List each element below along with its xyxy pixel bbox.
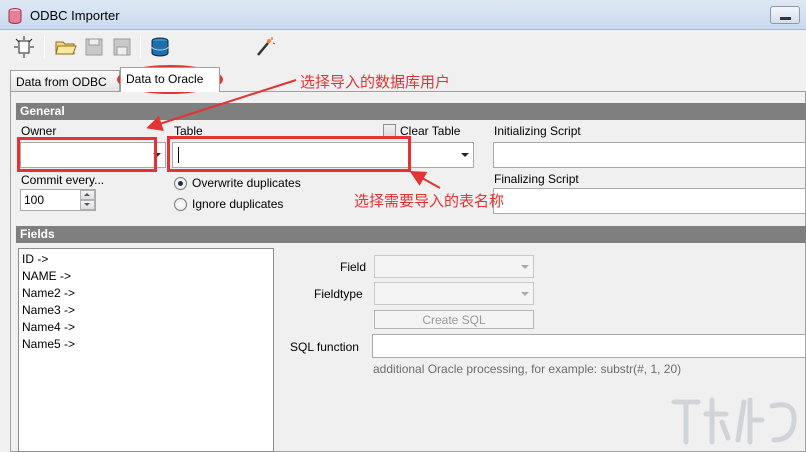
fieldtype-label: Fieldtype [314,287,363,301]
table-dropdown[interactable] [172,142,474,168]
table-label: Table [174,124,203,138]
ignore-duplicates-label: Ignore duplicates [192,197,284,211]
chevron-down-icon [153,153,161,157]
save-icon[interactable] [82,35,106,59]
finalizing-script-input[interactable] [493,188,806,214]
open-folder-icon[interactable] [54,35,78,59]
annotation-owner-note: 选择导入的数据库用户 [300,74,451,91]
tab-data-from-odbc[interactable]: Data from ODBC [10,70,120,92]
watermark-logo [671,397,797,445]
clear-table-checkbox[interactable] [383,124,396,137]
toolbar [0,30,806,64]
toolbar-separator [44,36,45,58]
sql-function-input[interactable] [372,334,806,358]
ignore-duplicates-radio[interactable] [174,198,187,211]
tab-data-to-oracle[interactable]: Data to Oracle [120,67,220,92]
save-as-icon[interactable] [110,35,134,59]
title-bar: ODBC Importer [0,0,806,30]
database-connect-icon[interactable] [148,35,172,59]
magic-wand-icon[interactable] [252,35,276,59]
initializing-script-input[interactable] [493,142,806,168]
commit-every-value: 100 [24,193,45,207]
field-label: Field [340,260,367,274]
fields-list[interactable]: ID -> NAME -> Name2 -> Name3 -> Name4 ->… [18,248,274,452]
text-cursor [178,147,179,163]
spin-up-button[interactable] [80,190,95,200]
overwrite-duplicates-radio[interactable] [174,177,187,190]
list-item[interactable]: NAME -> [22,269,71,283]
commit-every-spinner[interactable]: 100 [20,189,96,211]
list-item[interactable]: Name5 -> [22,337,75,351]
general-section-header: General [16,103,806,120]
minimize-icon [780,17,791,20]
owner-dropdown[interactable] [20,142,166,168]
field-dropdown[interactable] [374,255,534,278]
overwrite-duplicates-label: Overwrite duplicates [192,176,301,190]
owner-label: Owner [21,124,57,138]
chevron-down-icon [521,291,529,296]
new-icon[interactable] [12,35,36,59]
annotation-table-note: 选择需要导入的表名称 [354,193,505,210]
odbc-importer-window: ODBC Importer Data from ODBC Data to Ora… [0,0,806,452]
window-title: ODBC Importer [30,8,120,23]
database-icon [8,8,22,24]
fieldtype-dropdown[interactable] [374,282,534,305]
toolbar-separator [140,36,141,58]
list-item[interactable]: ID -> [22,252,48,266]
chevron-down-icon [461,153,469,157]
initializing-script-label: Initializing Script [494,124,581,138]
fields-section-header: Fields [16,226,806,243]
chevron-down-icon [521,264,529,269]
create-sql-button[interactable]: Create SQL [374,310,534,329]
finalizing-script-label: Finalizing Script [494,172,579,186]
sql-function-label: SQL function [290,340,359,354]
list-item[interactable]: Name2 -> [22,286,75,300]
spin-down-button[interactable] [80,200,95,210]
clear-table-label: Clear Table [400,124,461,138]
sql-function-hint: additional Oracle processing, for exampl… [373,362,682,376]
list-item[interactable]: Name4 -> [22,320,75,334]
commit-every-label: Commit every... [21,173,105,187]
list-item[interactable]: Name3 -> [22,303,75,317]
minimize-button[interactable] [770,6,800,24]
